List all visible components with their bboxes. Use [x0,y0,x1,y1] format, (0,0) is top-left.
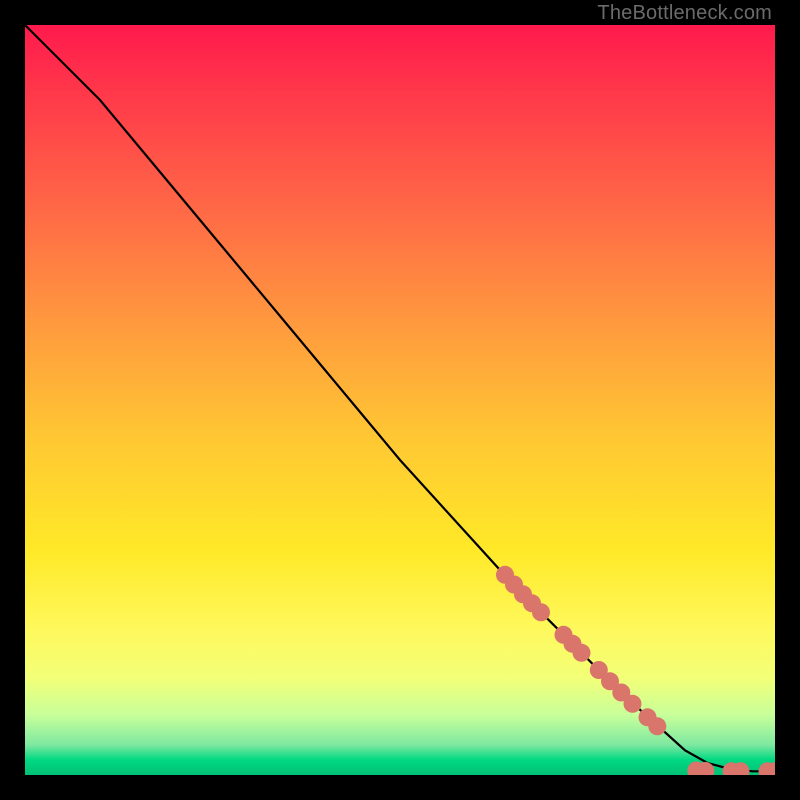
marker-point [532,603,550,621]
main-curve [25,25,775,771]
marker-point [573,644,591,662]
marker-point [648,717,666,735]
plot-area [25,25,775,775]
chart-frame: TheBottleneck.com [0,0,800,800]
chart-svg [25,25,775,775]
highlight-markers [496,566,775,775]
watermark-text: TheBottleneck.com [597,2,772,25]
marker-point [624,695,642,713]
